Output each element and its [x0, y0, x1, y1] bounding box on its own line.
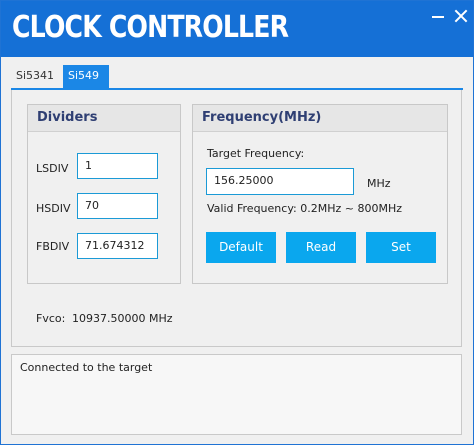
set-button[interactable]: Set [366, 232, 436, 263]
minimize-icon[interactable] [429, 7, 447, 25]
fbdiv-label: FBDIV [36, 240, 70, 253]
status-log[interactable]: Connected to the target [11, 354, 462, 435]
fvco-value: 10937.50000 MHz [72, 312, 173, 325]
fbdiv-input[interactable]: 71.674312 [77, 233, 158, 259]
title-bar[interactable]: CLOCK CONTROLLER [1, 1, 473, 57]
lsdiv-input[interactable]: 1 [77, 153, 158, 179]
app-title: CLOCK CONTROLLER [12, 10, 289, 45]
tab-si5341[interactable]: Si5341 [11, 65, 61, 89]
dividers-group: Dividers LSDIV 1 HSDIV 70 FBDIV 71.67431… [27, 104, 181, 284]
fvco-label: Fvco: [36, 312, 66, 325]
target-frequency-input[interactable]: 156.25000 [206, 168, 354, 195]
read-button[interactable]: Read [286, 232, 356, 263]
frequency-unit: MHz [367, 177, 391, 190]
tab-si549[interactable]: Si549 [63, 65, 109, 89]
dividers-title: Dividers [28, 105, 180, 132]
close-icon[interactable] [452, 7, 470, 25]
default-button[interactable]: Default [206, 232, 276, 263]
target-frequency-label: Target Frequency: [207, 147, 305, 160]
frequency-title: Frequency(MHz) [193, 105, 447, 132]
hsdiv-input[interactable]: 70 [77, 193, 158, 219]
hsdiv-label: HSDIV [36, 202, 71, 215]
valid-frequency-text: Valid Frequency: 0.2MHz ~ 800MHz [207, 202, 403, 215]
lsdiv-label: LSDIV [36, 162, 69, 175]
status-text: Connected to the target [20, 361, 153, 374]
